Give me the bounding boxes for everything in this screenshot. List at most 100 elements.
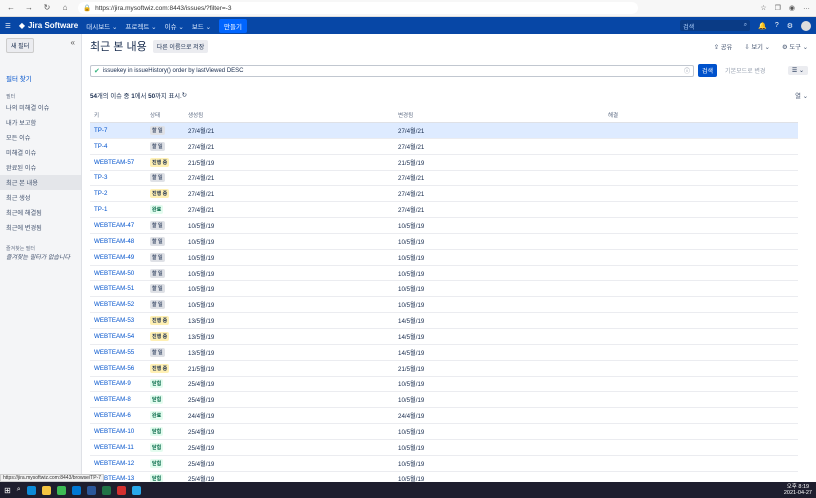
table-row[interactable]: WEBTEAM-11 닫힘 25/4월/19 10/5월/19 bbox=[90, 439, 798, 456]
search-input[interactable]: 검색 ⌕ bbox=[680, 20, 751, 31]
col-created[interactable]: 생성됨 bbox=[184, 108, 394, 123]
key-link[interactable]: WEBTEAM-54 bbox=[94, 333, 134, 340]
jira-logo[interactable]: ◆ Jira Software bbox=[19, 21, 78, 30]
key-link[interactable]: TP-4 bbox=[94, 143, 107, 150]
address-bar[interactable]: 🔒 https://jira.mysoftwiz.com:8443/issues… bbox=[78, 2, 638, 14]
jql-input[interactable]: ✔ issuekey in issueHistory() order by la… bbox=[90, 64, 694, 77]
more-icon[interactable]: … bbox=[803, 4, 810, 12]
key-link[interactable]: WEBTEAM-49 bbox=[94, 254, 134, 261]
sidebar-item-my-open[interactable]: 나의 미해결 이슈 bbox=[6, 100, 75, 115]
refresh-icon[interactable]: ↻ bbox=[182, 92, 187, 99]
table-row[interactable]: WEBTEAM-51 할 일 10/5월/19 10/5월/19 bbox=[90, 280, 798, 298]
tools-button[interactable]: ⚙ 도구 ⌄ bbox=[782, 42, 808, 51]
app-switcher-icon[interactable]: ☰ bbox=[5, 22, 11, 30]
switch-basic-link[interactable]: 기본모드로 변경 bbox=[725, 66, 765, 75]
sidebar-item-recent-updated[interactable]: 최근에 변경됨 bbox=[6, 220, 75, 235]
search-button[interactable]: 검색 bbox=[698, 64, 718, 77]
key-link[interactable]: WEBTEAM-10 bbox=[94, 428, 134, 435]
key-link[interactable]: TP-3 bbox=[94, 174, 107, 181]
key-link[interactable]: WEBTEAM-55 bbox=[94, 349, 134, 356]
col-updated[interactable]: 변경됨 bbox=[394, 108, 604, 123]
telegram-icon[interactable] bbox=[131, 485, 141, 495]
reload-icon[interactable]: ↻ bbox=[42, 3, 52, 13]
table-row[interactable]: WEBTEAM-12 닫힘 25/4월/19 10/5월/19 bbox=[90, 455, 798, 472]
taskbar-search-icon[interactable]: ⌕ bbox=[17, 486, 21, 494]
outlook-icon[interactable] bbox=[71, 485, 81, 495]
col-key[interactable]: 키 bbox=[90, 108, 146, 123]
table-row[interactable]: WEBTEAM-53 진행 중 13/5월/19 14/5월/19 bbox=[90, 312, 798, 329]
table-row[interactable]: TP-1 완료 27/4월/21 27/4월/21 bbox=[90, 201, 798, 219]
nav-projects[interactable]: 프로젝트 ⌄ bbox=[125, 21, 156, 31]
sidebar-item-reported[interactable]: 내가 보고함 bbox=[6, 115, 75, 130]
columns-button[interactable]: 열 ⌄ bbox=[795, 91, 808, 100]
windows-start-icon[interactable]: ⊞ bbox=[4, 486, 11, 495]
key-link[interactable]: TP-1 bbox=[94, 206, 107, 213]
help-icon[interactable]: ⓘ bbox=[684, 66, 690, 75]
key-link[interactable]: WEBTEAM-11 bbox=[94, 444, 134, 451]
table-row[interactable]: WEBTEAM-55 할 일 13/5월/19 14/5월/19 bbox=[90, 344, 798, 361]
excel-icon[interactable] bbox=[101, 485, 111, 495]
key-link[interactable]: WEBTEAM-57 bbox=[94, 159, 134, 166]
key-link[interactable]: WEBTEAM-12 bbox=[94, 460, 134, 467]
chrome-icon[interactable] bbox=[56, 485, 66, 495]
key-link[interactable]: WEBTEAM-53 bbox=[94, 317, 134, 324]
notifications-icon[interactable]: 🔔 bbox=[758, 22, 767, 30]
acrobat-icon[interactable] bbox=[116, 485, 126, 495]
find-filters-link[interactable]: 필터 찾기 bbox=[6, 73, 75, 83]
key-link[interactable]: WEBTEAM-56 bbox=[94, 365, 134, 372]
forward-icon[interactable]: → bbox=[24, 3, 34, 13]
help-icon[interactable]: ? bbox=[775, 22, 779, 29]
nav-boards[interactable]: 보드 ⌄ bbox=[192, 21, 211, 31]
key-link[interactable]: WEBTEAM-48 bbox=[94, 238, 134, 245]
key-link[interactable]: WEBTEAM-50 bbox=[94, 270, 134, 277]
favorite-icon[interactable]: ☆ bbox=[760, 4, 766, 12]
key-link[interactable]: WEBTEAM-51 bbox=[94, 285, 134, 292]
table-row[interactable]: WEBTEAM-47 할 일 10/5월/19 10/5월/19 bbox=[90, 217, 798, 234]
table-row[interactable]: WEBTEAM-52 할 일 10/5월/19 10/5월/19 bbox=[90, 296, 798, 314]
sidebar-item-recent-created[interactable]: 최근 생성 bbox=[6, 190, 75, 205]
col-resolution[interactable]: 해결 bbox=[604, 108, 798, 123]
table-row[interactable]: TP-2 진행 중 27/4월/21 27/4월/21 bbox=[90, 185, 798, 203]
table-row[interactable]: WEBTEAM-6 완료 24/4월/19 24/4월/19 bbox=[90, 407, 798, 425]
table-row[interactable]: WEBTEAM-54 진행 중 13/5월/19 14/5월/19 bbox=[90, 328, 798, 345]
nav-issues[interactable]: 이슈 ⌄ bbox=[165, 21, 184, 31]
collapse-sidebar-icon[interactable]: « bbox=[71, 38, 75, 47]
table-row[interactable]: TP-3 할 일 27/4월/21 27/4월/21 bbox=[90, 170, 798, 187]
table-row[interactable]: WEBTEAM-49 할 일 10/5월/19 10/5월/19 bbox=[90, 249, 798, 266]
key-link[interactable]: WEBTEAM-6 bbox=[94, 412, 131, 419]
save-as-button[interactable]: 다른 이름으로 저장 bbox=[152, 39, 209, 53]
view-button[interactable]: ⇩ 보기 ⌄ bbox=[744, 42, 770, 51]
taskbar-clock[interactable]: 오후 8:19 2021-04-27 bbox=[784, 484, 812, 496]
settings-icon[interactable]: ⚙ bbox=[787, 22, 793, 30]
table-row[interactable]: TP-7 할 일 27/4월/21 27/4월/21 bbox=[90, 122, 798, 139]
avatar[interactable] bbox=[801, 20, 811, 31]
home-icon[interactable]: ⌂ bbox=[60, 3, 70, 13]
key-link[interactable]: WEBTEAM-9 bbox=[94, 380, 131, 387]
key-link[interactable]: TP-2 bbox=[94, 190, 107, 197]
col-status[interactable]: 상태 bbox=[146, 108, 184, 123]
layout-menu-button[interactable]: ☰ ⌄ bbox=[787, 66, 808, 75]
sidebar-item-recent-viewed[interactable]: 최근 본 내용 bbox=[0, 175, 81, 190]
table-row[interactable]: WEBTEAM-56 진행 중 21/5월/19 21/5월/19 bbox=[90, 360, 798, 377]
table-row[interactable]: WEBTEAM-50 할 일 10/5월/19 10/5월/19 bbox=[90, 265, 798, 282]
sidebar-item-all[interactable]: 모든 이슈 bbox=[6, 130, 75, 145]
table-row[interactable]: WEBTEAM-57 진행 중 21/5월/19 21/5월/19 bbox=[90, 154, 798, 171]
create-button[interactable]: 만들기 bbox=[219, 18, 247, 33]
table-row[interactable]: TP-4 할 일 27/4월/21 27/4월/21 bbox=[90, 138, 798, 155]
profile-icon[interactable]: ◉ bbox=[789, 4, 795, 12]
word-icon[interactable] bbox=[86, 485, 96, 495]
new-filter-button[interactable]: 새 필터 bbox=[6, 38, 35, 53]
key-link[interactable]: WEBTEAM-47 bbox=[94, 222, 134, 229]
key-link[interactable]: WEBTEAM-52 bbox=[94, 301, 134, 308]
sidebar-item-open[interactable]: 미해결 이슈 bbox=[6, 145, 75, 160]
collections-icon[interactable]: ❐ bbox=[775, 4, 781, 12]
share-button[interactable]: ⇪ 공유 bbox=[714, 42, 733, 51]
table-row[interactable]: WEBTEAM-10 닫힘 25/4월/19 10/5월/19 bbox=[90, 423, 798, 440]
table-row[interactable]: WEBTEAM-8 닫힘 25/4월/19 10/5월/19 bbox=[90, 391, 798, 409]
back-icon[interactable]: ← bbox=[6, 3, 16, 13]
sidebar-item-recent-resolved[interactable]: 최근에 해결됨 bbox=[6, 205, 75, 220]
nav-dashboards[interactable]: 대시보드 ⌄ bbox=[86, 21, 117, 31]
table-row[interactable]: WEBTEAM-48 할 일 10/5월/19 10/5월/19 bbox=[90, 233, 798, 250]
sidebar-item-done[interactable]: 완료된 이슈 bbox=[6, 160, 75, 175]
key-link[interactable]: WEBTEAM-8 bbox=[94, 396, 131, 403]
